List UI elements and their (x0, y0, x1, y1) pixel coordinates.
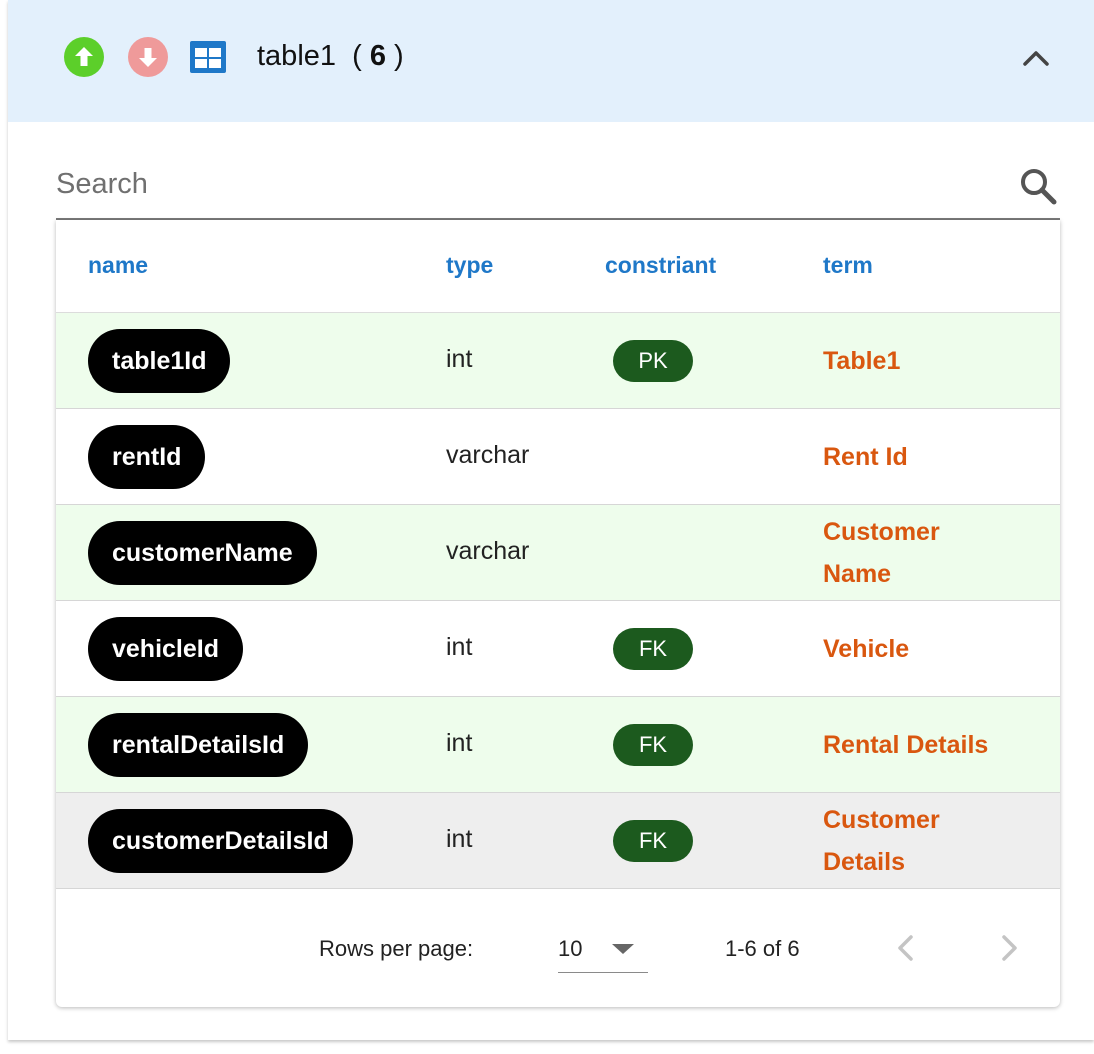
term-text-line: Customer (823, 806, 940, 834)
column-name-chip[interactable]: rentId (88, 425, 206, 489)
column-count: 6 (369, 40, 386, 72)
column-name-chip[interactable]: table1Id (88, 329, 231, 393)
term-text: Rent Id (823, 443, 908, 471)
columns-table: name type constriant term table1Id int P… (56, 220, 1060, 1007)
chevron-right-icon[interactable] (988, 928, 1028, 968)
column-type: varchar (446, 441, 530, 469)
column-header-type[interactable]: type (446, 252, 493, 279)
chevron-up-icon[interactable] (1018, 40, 1054, 76)
constraint-chip: FK (613, 628, 693, 670)
table-row[interactable]: customerDetailsId int FK Customer Detail… (56, 793, 1060, 889)
term-text-line: Customer (823, 518, 940, 546)
panel-title: table1 ( 6 ) (257, 40, 404, 72)
table-row[interactable]: table1Id int PK Table1 (56, 313, 1060, 409)
pagination: Rows per page: 10 1-6 of 6 (56, 892, 1060, 1007)
table-row[interactable]: rentalDetailsId int FK Rental Details (56, 697, 1060, 793)
column-header-name[interactable]: name (88, 252, 148, 279)
column-type: int (446, 345, 473, 373)
rows-per-page-label: Rows per page: (319, 936, 474, 961)
constraint-chip: FK (613, 820, 693, 862)
column-name-chip[interactable]: rentalDetailsId (88, 713, 309, 777)
table-row[interactable]: rentId varchar Rent Id (56, 409, 1060, 505)
rows-per-page-select[interactable]: 10 (558, 922, 648, 973)
column-type: int (446, 729, 473, 757)
term-text-line: Name (823, 560, 892, 588)
term-text: Rental Details (823, 731, 989, 759)
term-link[interactable]: Rent Id (823, 436, 1043, 478)
term-text: Vehicle (823, 635, 910, 663)
table-row[interactable]: customerName varchar Customer Name (56, 505, 1060, 601)
table-name: table1 (257, 40, 337, 72)
column-type: int (446, 825, 473, 853)
table-icon (190, 41, 226, 73)
column-type: int (446, 633, 473, 661)
panel-header[interactable]: table1 ( 6 ) (8, 0, 1094, 122)
term-link[interactable]: Vehicle (823, 628, 1043, 670)
term-link[interactable]: Rental Details (823, 724, 1043, 766)
column-name-chip[interactable]: vehicleId (88, 617, 243, 681)
rows-per-page-value: 10 (558, 936, 583, 961)
term-text: Table1 (823, 347, 901, 375)
table-panel: table1 ( 6 ) name type constriant term t… (8, 0, 1094, 1040)
column-header-term[interactable]: term (823, 252, 873, 279)
column-header-constraint[interactable]: constriant (605, 252, 716, 279)
term-link[interactable]: Customer Name (823, 511, 1043, 595)
column-name-chip[interactable]: customerName (88, 521, 317, 585)
chevron-left-icon[interactable] (887, 928, 927, 968)
column-type: varchar (446, 537, 530, 565)
term-link[interactable]: Customer Details (823, 799, 1043, 883)
constraint-chip: PK (613, 340, 693, 382)
table-row[interactable]: vehicleId int FK Vehicle (56, 601, 1060, 697)
arrow-down-circle-icon[interactable] (128, 37, 168, 77)
search-field (56, 152, 1060, 220)
term-link[interactable]: Table1 (823, 340, 1043, 382)
arrow-up-circle-icon[interactable] (64, 37, 104, 77)
search-icon[interactable] (1018, 166, 1058, 206)
table-header: name type constriant term (56, 220, 1060, 313)
caret-down-icon (612, 944, 634, 954)
term-text-line: Details (823, 848, 905, 876)
pagination-range: 1-6 of 6 (725, 936, 800, 961)
column-name-chip[interactable]: customerDetailsId (88, 809, 353, 873)
constraint-chip: FK (613, 724, 693, 766)
search-input[interactable] (56, 152, 996, 216)
